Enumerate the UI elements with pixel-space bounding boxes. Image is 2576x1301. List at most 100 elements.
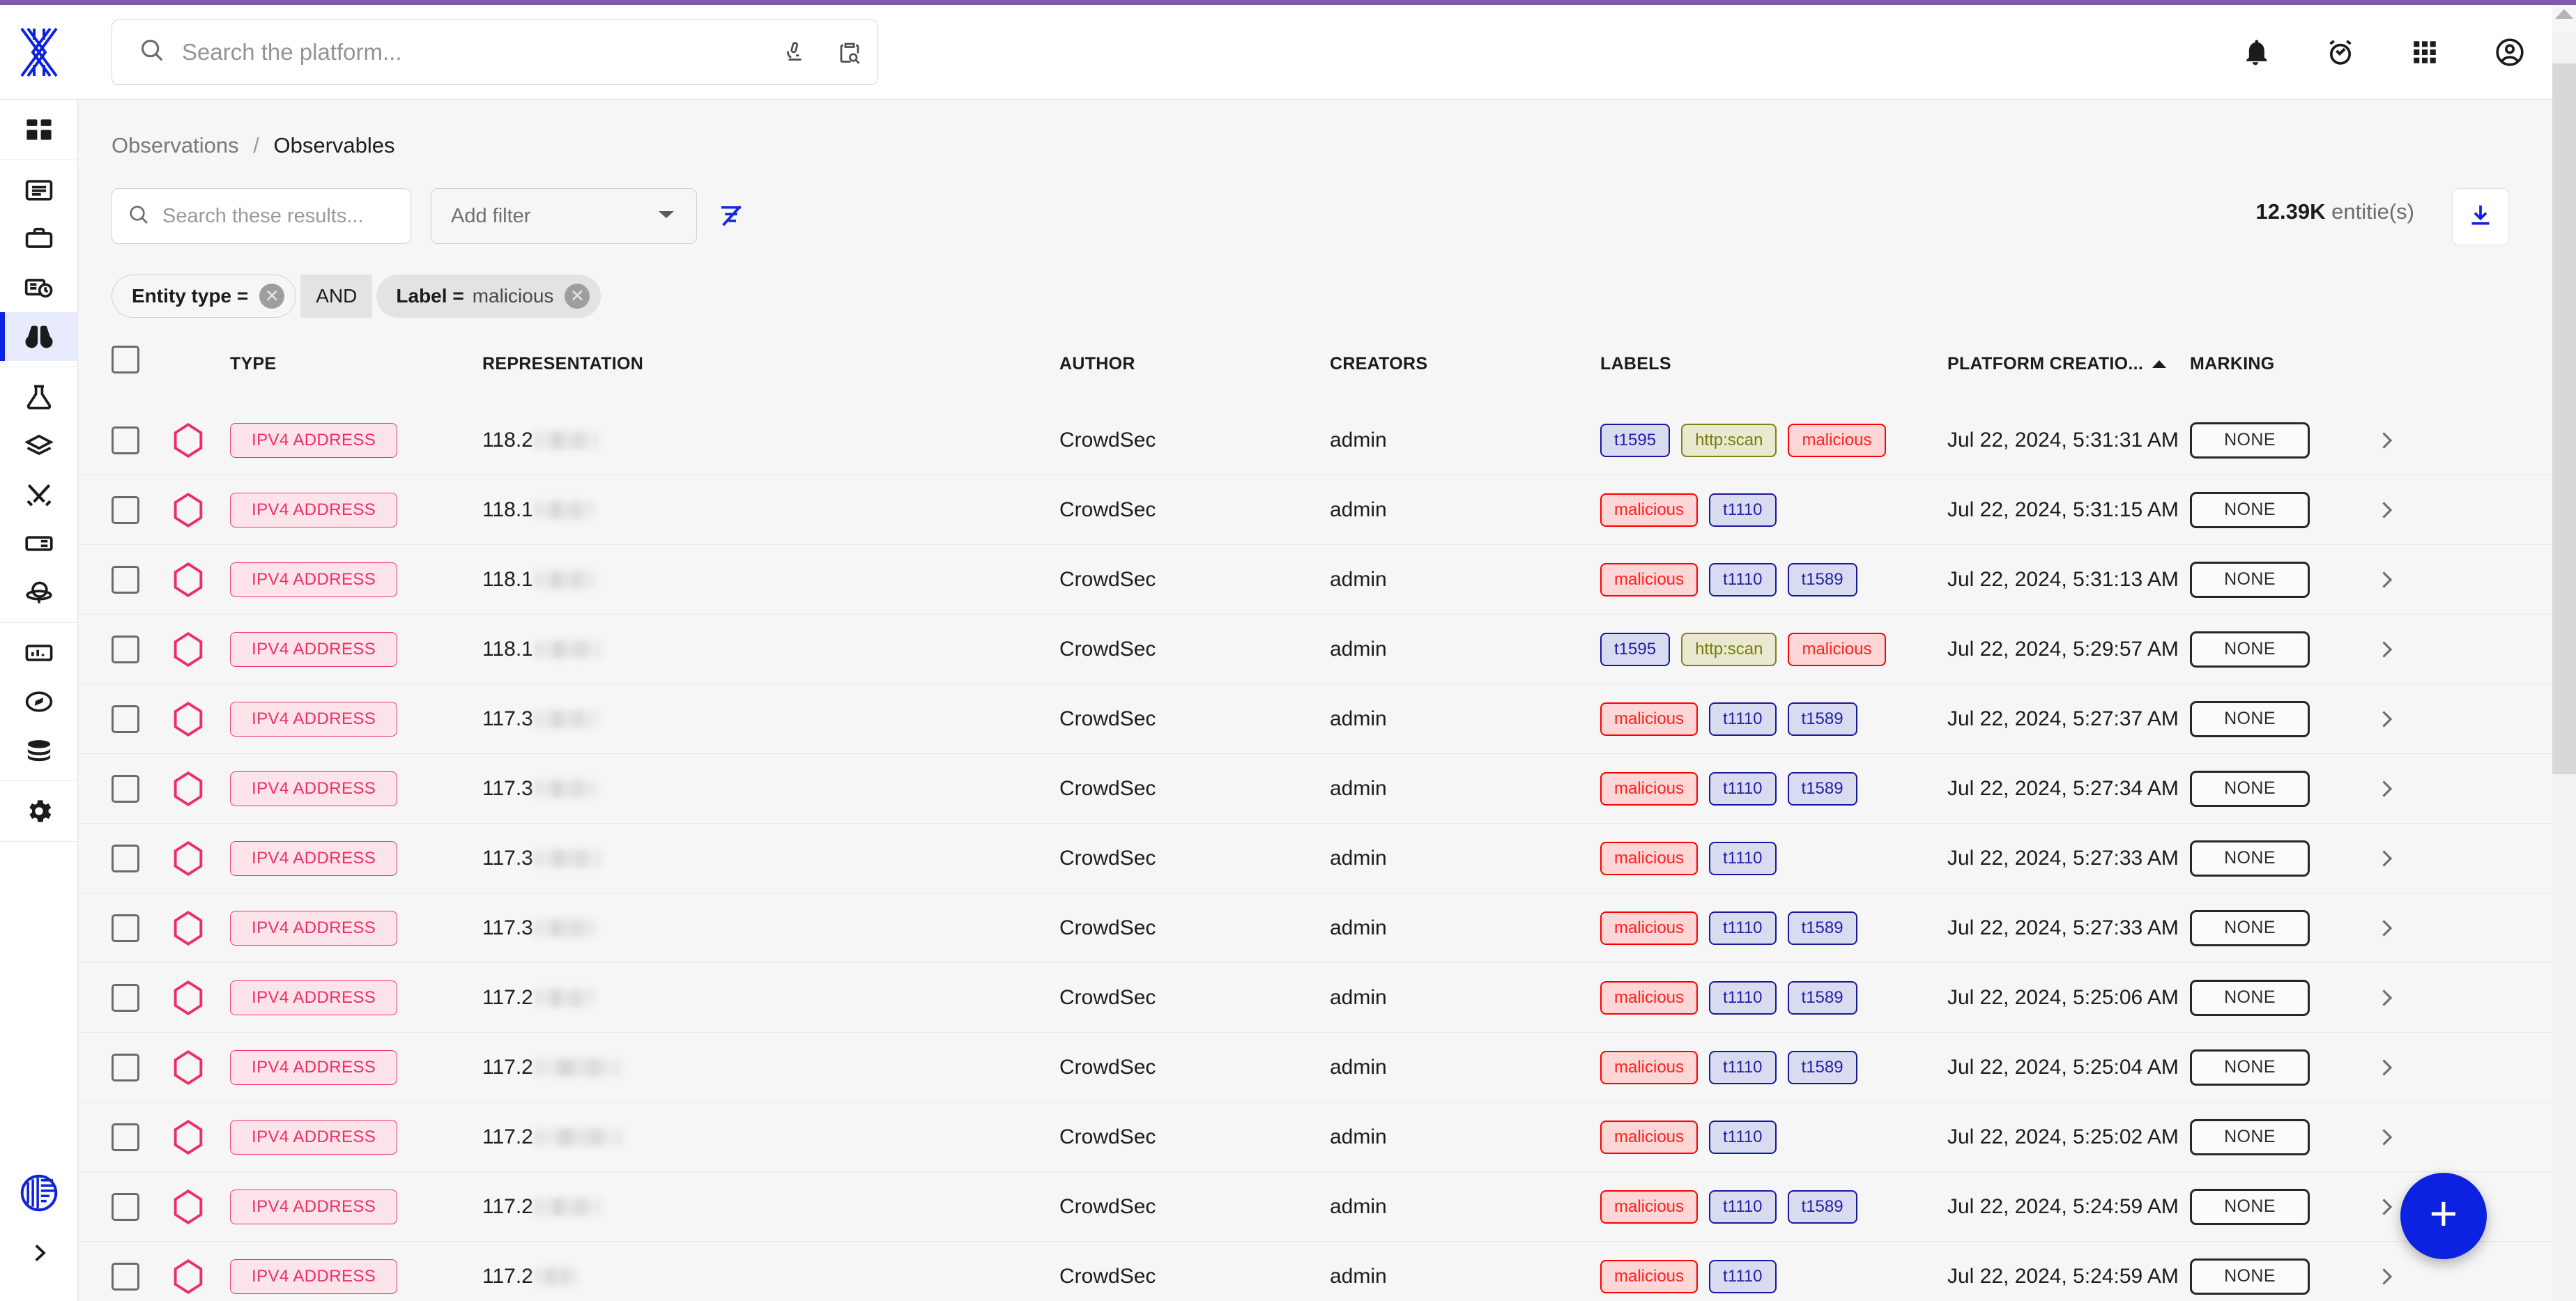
remove-filter-icon[interactable]: ✕	[565, 284, 590, 309]
label-chip[interactable]: t1110	[1709, 842, 1777, 875]
label-chip[interactable]: malicious	[1600, 772, 1698, 806]
row-checkbox[interactable]	[112, 1193, 139, 1221]
type-chip[interactable]: IPV4 ADDRESS	[230, 493, 397, 528]
label-chip[interactable]: t1110	[1709, 911, 1777, 945]
type-chip[interactable]: IPV4 ADDRESS	[230, 1050, 397, 1085]
scrollbar-thumb[interactable]	[2552, 63, 2576, 774]
row-checkbox[interactable]	[112, 914, 139, 942]
label-chip[interactable]: malicious	[1600, 563, 1698, 596]
label-chip[interactable]: http:scan	[1681, 633, 1777, 666]
type-chip[interactable]: IPV4 ADDRESS	[230, 841, 397, 876]
sidebar-item-settings[interactable]	[0, 787, 77, 836]
filter-chip-entity-type[interactable]: Entity type = ✕	[112, 275, 296, 318]
label-chip[interactable]: t1110	[1709, 1051, 1777, 1084]
column-header-representation[interactable]: REPRESENTATION	[482, 346, 1059, 374]
notifications-bell-icon[interactable]	[2240, 37, 2271, 68]
label-chip[interactable]: t1589	[1788, 563, 1857, 596]
label-chip[interactable]: malicious	[1600, 981, 1698, 1015]
create-entity-button[interactable]: +	[2400, 1173, 2487, 1259]
clipboard-search-icon[interactable]	[822, 40, 877, 65]
row-open-chevron-icon[interactable]	[2343, 707, 2559, 731]
row-checkbox[interactable]	[112, 775, 139, 803]
column-header-type[interactable]: TYPE	[230, 346, 482, 374]
label-chip[interactable]: t1110	[1709, 493, 1777, 527]
table-row[interactable]: IPV4 ADDRESS 117.2 CrowdSec admin malici…	[78, 1242, 2559, 1301]
row-open-chevron-icon[interactable]	[2343, 777, 2559, 801]
row-open-chevron-icon[interactable]	[2343, 916, 2559, 940]
select-all-checkbox[interactable]	[112, 346, 139, 374]
label-chip[interactable]: malicious	[1600, 702, 1698, 736]
account-circle-icon[interactable]	[2494, 36, 2526, 68]
remove-filter-icon[interactable]: ✕	[259, 284, 284, 309]
sidebar-item-investigations[interactable]	[0, 677, 77, 726]
filter-operator[interactable]: AND	[300, 275, 372, 318]
row-open-chevron-icon[interactable]	[2343, 568, 2559, 592]
sidebar-item-cases[interactable]	[0, 215, 77, 263]
filter-chip-label[interactable]: Label = malicious ✕	[376, 275, 601, 318]
row-open-chevron-icon[interactable]	[2343, 1265, 2559, 1288]
label-chip[interactable]: malicious	[1600, 911, 1698, 945]
row-checkbox[interactable]	[112, 845, 139, 872]
label-chip[interactable]: malicious	[1788, 424, 1885, 457]
label-chip[interactable]: t1110	[1709, 1260, 1777, 1293]
label-chip[interactable]: t1589	[1788, 911, 1857, 945]
row-checkbox[interactable]	[112, 566, 139, 594]
label-chip[interactable]: t1589	[1788, 1051, 1857, 1084]
label-chip[interactable]: t1595	[1600, 424, 1670, 457]
table-row[interactable]: IPV4 ADDRESS 118.1 CrowdSec admin malici…	[78, 545, 2559, 615]
sidebar-item-events[interactable]	[0, 263, 77, 312]
sidebar-item-dashboards[interactable]	[0, 629, 77, 677]
row-checkbox[interactable]	[112, 984, 139, 1012]
table-row[interactable]: IPV4 ADDRESS 117.2 CrowdSec admin malici…	[78, 963, 2559, 1033]
table-row[interactable]: IPV4 ADDRESS 118.1 CrowdSec admin t1595h…	[78, 615, 2559, 684]
label-chip[interactable]: t1110	[1709, 563, 1777, 596]
search-results-input[interactable]	[162, 190, 425, 242]
table-row[interactable]: IPV4 ADDRESS 118.2 CrowdSec admin t1595h…	[78, 406, 2559, 475]
row-checkbox[interactable]	[112, 1263, 139, 1291]
type-chip[interactable]: IPV4 ADDRESS	[230, 771, 397, 806]
sidebar-item-observations[interactable]	[0, 312, 77, 361]
breadcrumb-parent[interactable]: Observations	[112, 133, 239, 157]
filter-off-icon[interactable]	[716, 201, 746, 231]
export-download-button[interactable]	[2452, 188, 2509, 245]
column-header-marking[interactable]: MARKING	[2190, 346, 2343, 374]
sidebar-item-data[interactable]	[0, 726, 77, 775]
type-chip[interactable]: IPV4 ADDRESS	[230, 911, 397, 946]
apps-grid-icon[interactable]	[2410, 38, 2439, 67]
label-chip[interactable]: t1589	[1788, 702, 1857, 736]
microscope-icon[interactable]	[766, 40, 822, 65]
label-chip[interactable]: t1110	[1709, 981, 1777, 1015]
type-chip[interactable]: IPV4 ADDRESS	[230, 1259, 397, 1294]
sidebar-item-threats[interactable]	[0, 373, 77, 422]
type-chip[interactable]: IPV4 ADDRESS	[230, 702, 397, 737]
sidebar-item-techniques[interactable]	[0, 470, 77, 519]
row-checkbox[interactable]	[112, 496, 139, 524]
label-chip[interactable]: http:scan	[1681, 424, 1777, 457]
label-chip[interactable]: t1589	[1788, 772, 1857, 806]
row-checkbox[interactable]	[112, 1054, 139, 1081]
type-chip[interactable]: IPV4 ADDRESS	[230, 1190, 397, 1224]
label-chip[interactable]: t1110	[1709, 772, 1777, 806]
table-row[interactable]: IPV4 ADDRESS 117.2 CrowdSec admin malici…	[78, 1172, 2559, 1242]
sidebar-item-analyses[interactable]	[0, 166, 77, 215]
label-chip[interactable]: malicious	[1600, 1260, 1698, 1293]
column-header-author[interactable]: AUTHOR	[1059, 346, 1330, 374]
table-row[interactable]: IPV4 ADDRESS 117.3 CrowdSec admin malici…	[78, 824, 2559, 893]
row-open-chevron-icon[interactable]	[2343, 429, 2559, 452]
table-row[interactable]: IPV4 ADDRESS 118.1 CrowdSec admin malici…	[78, 475, 2559, 545]
label-chip[interactable]: t1595	[1600, 633, 1670, 666]
global-search-input[interactable]	[182, 21, 766, 84]
type-chip[interactable]: IPV4 ADDRESS	[230, 423, 397, 458]
row-open-chevron-icon[interactable]	[2343, 1125, 2559, 1149]
row-checkbox[interactable]	[112, 636, 139, 663]
column-header-creators[interactable]: CREATORS	[1330, 346, 1600, 374]
row-checkbox[interactable]	[112, 426, 139, 454]
type-chip[interactable]: IPV4 ADDRESS	[230, 1120, 397, 1155]
sidebar-item-arsenal[interactable]	[0, 422, 77, 470]
label-chip[interactable]: t1589	[1788, 1190, 1857, 1224]
global-search-box[interactable]	[112, 20, 878, 85]
column-header-platform-creation-date[interactable]: PLATFORM CREATIO...	[1947, 346, 2190, 374]
table-row[interactable]: IPV4 ADDRESS 117.2 CrowdSec admin malici…	[78, 1033, 2559, 1102]
label-chip[interactable]: malicious	[1788, 633, 1885, 666]
row-open-chevron-icon[interactable]	[2343, 638, 2559, 661]
